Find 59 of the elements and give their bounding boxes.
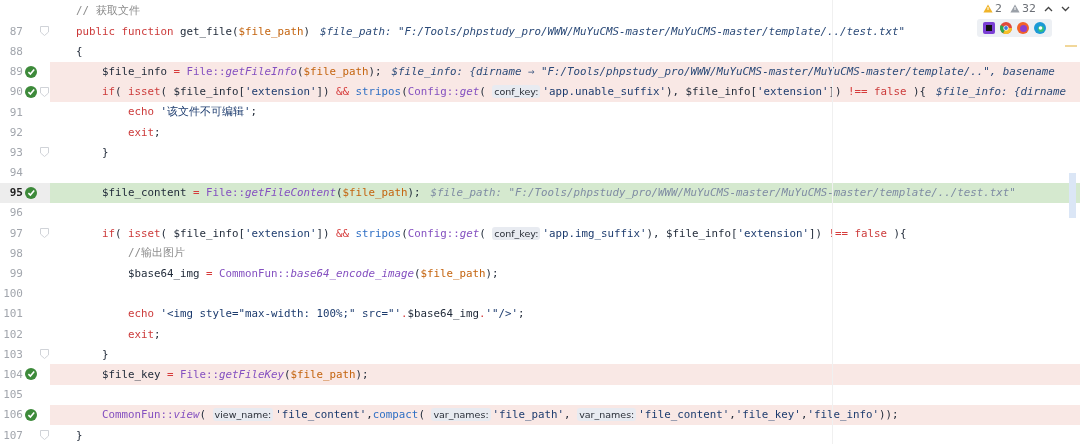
line-number: 94: [8, 166, 23, 180]
chevron-down-icon[interactable]: [1061, 5, 1070, 12]
line-number: 102: [2, 327, 23, 341]
inlay-hint: $file_path: "F:/Tools/phpstudy_pro/WWW/MuYuCMS-master/MuYuCMS-master/template/../test.txt": [320, 24, 906, 38]
line-number: 91: [8, 105, 23, 119]
code-line: $file_info = File::getFileInfo($file_path);: [101, 65, 382, 79]
breakpoint-icon[interactable]: [25, 85, 37, 98]
code-line: }: [75, 428, 83, 442]
breakpoint-icon[interactable]: [25, 408, 37, 421]
code-line: CommonFun::view( view_name: 'file_content',compact( var_names: 'file_path', var_names: 'file_content','file_key','file_info'));: [101, 408, 899, 422]
inlay-hint: $file_info: {dirname ⇒ "F:/Tools/phpstudy_pro/WWW/MuYuCMS-master/MuYuCMS-master/template/..", basename: [391, 65, 1055, 79]
line-number: 101: [2, 307, 23, 321]
code-line: //输出图片: [127, 246, 185, 261]
chevron-up-icon[interactable]: [1044, 5, 1053, 12]
code-line: $base64_img = CommonFun::base64_encode_image($file_path);: [127, 267, 499, 281]
code-line: }: [101, 145, 109, 159]
app-icon[interactable]: [983, 22, 995, 34]
inlay-hint: $file_path: "F:/Tools/phpstudy_pro/WWW/MuYuCMS-master/MuYuCMS-master/template/../test.txt": [430, 186, 1016, 200]
line-number: 93: [8, 145, 23, 159]
line-number: 106: [2, 408, 23, 422]
warning-count: 32: [1022, 2, 1036, 15]
browser-icon[interactable]: [1034, 22, 1046, 34]
code-line: {: [75, 44, 83, 58]
code-line: $file_key = File::getFileKey($file_path);: [101, 367, 369, 381]
scroll-marker: [1065, 45, 1077, 47]
line-number: 90: [8, 85, 23, 99]
browser-icon[interactable]: [1000, 22, 1012, 34]
line-number: 99: [8, 267, 23, 281]
warning-icon: [983, 4, 993, 13]
code-line: }: [101, 347, 109, 361]
breakpoint-icon[interactable]: [25, 65, 37, 78]
code-line: if( isset( $file_info['extension']) && stripos(Config::get( conf_key: 'app.img_suffix'), $file_info['extension']) !== false ){: [101, 226, 907, 240]
code-line: exit;: [127, 125, 161, 139]
line-number: 89: [8, 65, 23, 79]
code-line: $file_content = File::getFileContent($file_path);: [101, 186, 421, 200]
line-number: 96: [8, 206, 23, 220]
line-number: 100: [2, 287, 23, 301]
inlay-hint: $file_info: {dirname: [936, 85, 1067, 99]
code-line: public function get_file($file_path): [75, 24, 311, 38]
line-number: 92: [8, 125, 23, 139]
line-number: 98: [8, 246, 23, 260]
line-number: 95: [8, 186, 23, 200]
scrollbar-thumb[interactable]: [1069, 173, 1076, 218]
line-number: 103: [2, 347, 23, 361]
warning-icon: [1010, 4, 1020, 13]
line-number: 97: [8, 226, 23, 240]
line-number: 105: [2, 388, 23, 402]
code-line: echo '<img style="max-width: 100%;" src="'.$base64_img.'"/>';: [127, 307, 525, 321]
line-number: 107: [2, 428, 23, 442]
code-line: // 获取文件: [75, 4, 140, 19]
line-number: 104: [2, 367, 23, 381]
warning-count: 2: [995, 2, 1002, 15]
breakpoint-icon[interactable]: [25, 368, 37, 381]
code-line: echo '该文件不可编辑';: [127, 105, 258, 120]
line-number: 88: [8, 44, 23, 58]
line-number: 87: [8, 24, 23, 38]
code-line: exit;: [127, 327, 161, 341]
browser-icon[interactable]: [1017, 22, 1029, 34]
breakpoint-icon[interactable]: [25, 186, 37, 199]
